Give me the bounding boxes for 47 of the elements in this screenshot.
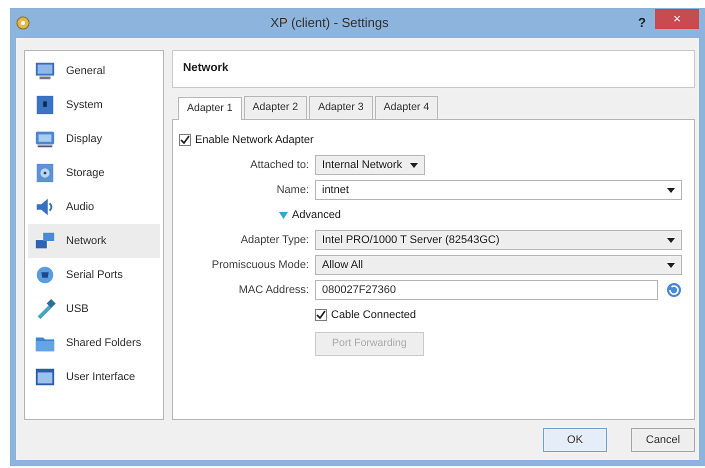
cancel-button[interactable]: Cancel <box>631 428 695 452</box>
ui-icon <box>34 366 56 388</box>
section-title: Network <box>172 50 695 88</box>
sidebar-item[interactable]: User Interface <box>28 360 160 394</box>
mac-address-field[interactable]: 080027F27360 <box>315 280 658 300</box>
field-label: Promiscuous Mode: <box>210 258 310 273</box>
sidebar-item[interactable]: System <box>28 88 160 122</box>
caret-icon <box>667 238 675 243</box>
tab[interactable]: Adapter 2 <box>244 96 308 119</box>
serial-icon <box>34 264 56 286</box>
caret-icon <box>667 262 675 268</box>
checkbox-label: Enable Network Adapter <box>195 133 314 148</box>
sidebar-item[interactable]: Storage <box>28 156 160 190</box>
triangle-icon <box>279 210 288 220</box>
caret-icon <box>410 162 418 168</box>
checkbox[interactable] <box>179 134 191 146</box>
refresh-icon[interactable] <box>666 282 682 298</box>
field-label: MAC Address: <box>238 283 310 298</box>
checkbox-label: Cable Connected <box>331 308 416 323</box>
ok-button[interactable]: OK <box>543 428 607 452</box>
tab[interactable]: Adapter 1 <box>178 97 242 120</box>
sidebar-item[interactable]: Display <box>28 122 160 156</box>
window-title: XP (client) - Settings <box>269 14 390 32</box>
sidebar-item[interactable]: General <box>28 54 160 88</box>
field-label: Name: <box>276 183 310 198</box>
caret-icon <box>667 188 675 193</box>
field-label: Adapter Type: <box>240 233 310 248</box>
general-icon <box>34 60 56 82</box>
tab[interactable]: Adapter 4 <box>374 96 438 119</box>
storage-icon <box>34 162 56 184</box>
combo-field[interactable]: intnet <box>315 180 682 200</box>
app-icon <box>16 16 30 30</box>
tab[interactable]: Adapter 3 <box>309 96 373 119</box>
system-icon <box>34 94 56 116</box>
close-button[interactable]: × <box>655 9 699 29</box>
sidebar-item[interactable]: USB <box>28 292 160 326</box>
sidebar-item[interactable]: Audio <box>28 190 160 224</box>
help-button[interactable]: ? <box>629 13 655 33</box>
checkbox[interactable] <box>315 309 327 322</box>
dropdown[interactable]: Intel PRO/1000 T Server (82543GC) <box>315 230 682 250</box>
advanced-toggle[interactable]: Advanced <box>279 207 341 224</box>
sidebar-item[interactable]: Serial Ports <box>28 258 160 292</box>
dropdown[interactable]: Internal Network <box>315 155 426 176</box>
sidebar-item[interactable]: Shared Folders <box>28 326 160 360</box>
field-label: Attached to: <box>249 158 310 173</box>
dropdown[interactable]: Allow All <box>315 255 682 276</box>
sidebar-item[interactable]: Network <box>28 224 160 258</box>
